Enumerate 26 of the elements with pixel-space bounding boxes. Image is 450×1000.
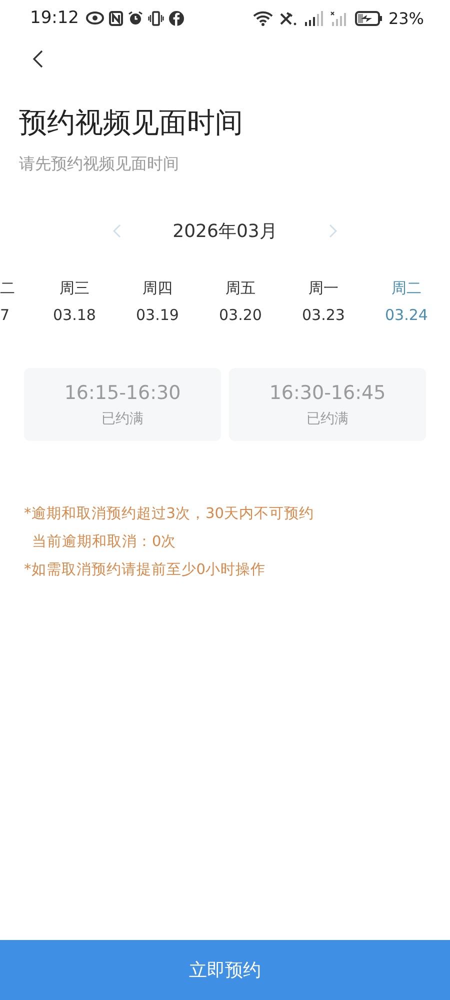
notice-text: 当前逾期和取消：0次 [31, 533, 178, 551]
page-title: 预约视频见面时间 [19, 105, 244, 141]
day-tab[interactable]: 周二 03.24 [385, 279, 428, 324]
vibrate-icon [148, 10, 164, 26]
month-label: 2026年03月 [172, 220, 278, 243]
battery-charging-icon [355, 10, 384, 26]
eye-icon [86, 11, 104, 25]
nfc-icon [109, 10, 123, 26]
day-tab[interactable]: 周三 03.18 [53, 279, 96, 324]
facebook-icon [169, 10, 184, 26]
back-icon[interactable] [32, 50, 44, 68]
notice-text: *如需取消预约请提前至少0小时操作 [24, 561, 266, 579]
day-tab[interactable]: 周五 03.20 [219, 279, 262, 324]
wifi-icon [253, 10, 274, 26]
previous-month-icon[interactable] [112, 224, 121, 238]
next-month-icon[interactable] [329, 224, 338, 238]
day-tab[interactable]: 周一 03.23 [302, 279, 345, 324]
status-time: 19:12 [30, 8, 79, 28]
day-tab[interactable]: 二 7 [0, 279, 15, 324]
day-tab[interactable]: 周四 03.19 [136, 279, 179, 324]
signal-icon [303, 10, 326, 26]
battery-percentage: 23% [388, 8, 424, 28]
notice-text: *逾期和取消预约超过3次，30天内不可预约 [24, 505, 315, 523]
no-signal-icon [278, 10, 298, 26]
alarm-icon [128, 10, 143, 26]
page-subtitle: 请先预约视频见面时间 [19, 154, 180, 175]
